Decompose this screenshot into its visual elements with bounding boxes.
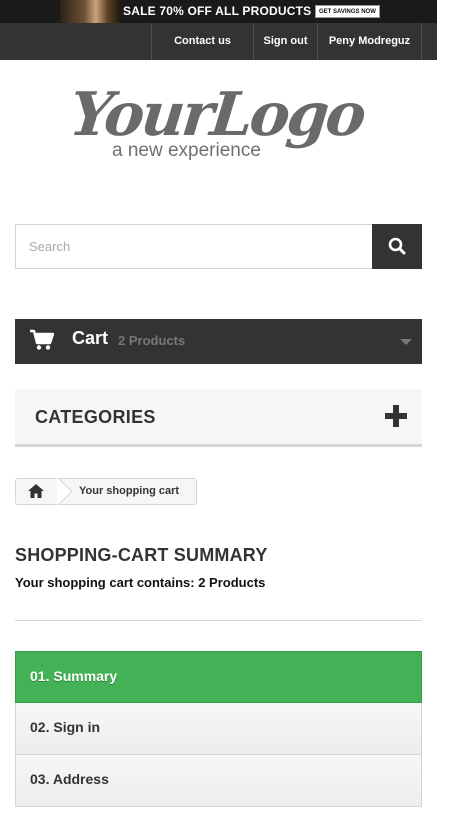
breadcrumb-separator	[57, 478, 75, 505]
search-input[interactable]	[15, 224, 373, 269]
cart-summary-text: Your shopping cart contains: 2 Products	[15, 575, 266, 590]
promo-banner[interactable]: SALE 70% OFF ALL PRODUCTS GET SAVINGS NO…	[0, 0, 437, 23]
site-logo[interactable]: YourLogo a new experience	[66, 80, 366, 167]
search-button[interactable]	[372, 224, 422, 269]
plus-icon[interactable]	[385, 405, 407, 427]
step-sign-in[interactable]: 02. Sign in	[15, 703, 422, 755]
caret-down-icon	[400, 339, 412, 345]
divider	[15, 620, 422, 621]
page-title: SHOPPING-CART SUMMARY	[15, 545, 268, 565]
banner-model-image	[60, 0, 120, 23]
sign-out-link[interactable]: Sign out	[253, 23, 317, 60]
cart-icon	[30, 329, 54, 350]
top-nav: Contact us Sign out Peny Modreguz	[0, 23, 437, 60]
logo-tagline: a new experience	[112, 140, 261, 161]
home-icon	[28, 484, 44, 498]
cart-label: Cart	[72, 328, 109, 348]
banner-cta-button[interactable]: GET SAVINGS NOW	[315, 5, 380, 18]
breadcrumb-home[interactable]	[16, 479, 58, 504]
logo-wordmark: YourLogo	[66, 80, 367, 150]
cart-count: 2 Products	[118, 333, 186, 348]
step-label: 02. Sign in	[30, 719, 101, 735]
contact-us-link[interactable]: Contact us	[151, 23, 253, 60]
breadcrumb-current: Your shopping cart	[79, 485, 180, 497]
checkout-steps: 01. Summary 02. Sign in 03. Address	[15, 651, 422, 807]
categories-toggle[interactable]: CATEGORIES	[15, 389, 422, 447]
cart-block[interactable]: Cart 2 Products	[15, 319, 422, 364]
banner-text: SALE 70% OFF ALL PRODUCTS	[123, 4, 312, 18]
search-icon	[388, 237, 406, 255]
account-link[interactable]: Peny Modreguz	[317, 23, 422, 60]
search-form	[15, 224, 422, 269]
breadcrumb: Your shopping cart	[15, 478, 197, 505]
step-label: 03. Address	[30, 771, 109, 787]
step-label: 01. Summary	[30, 668, 118, 684]
categories-title: CATEGORIES	[35, 407, 156, 427]
step-address[interactable]: 03. Address	[15, 755, 422, 807]
step-summary[interactable]: 01. Summary	[15, 651, 422, 703]
